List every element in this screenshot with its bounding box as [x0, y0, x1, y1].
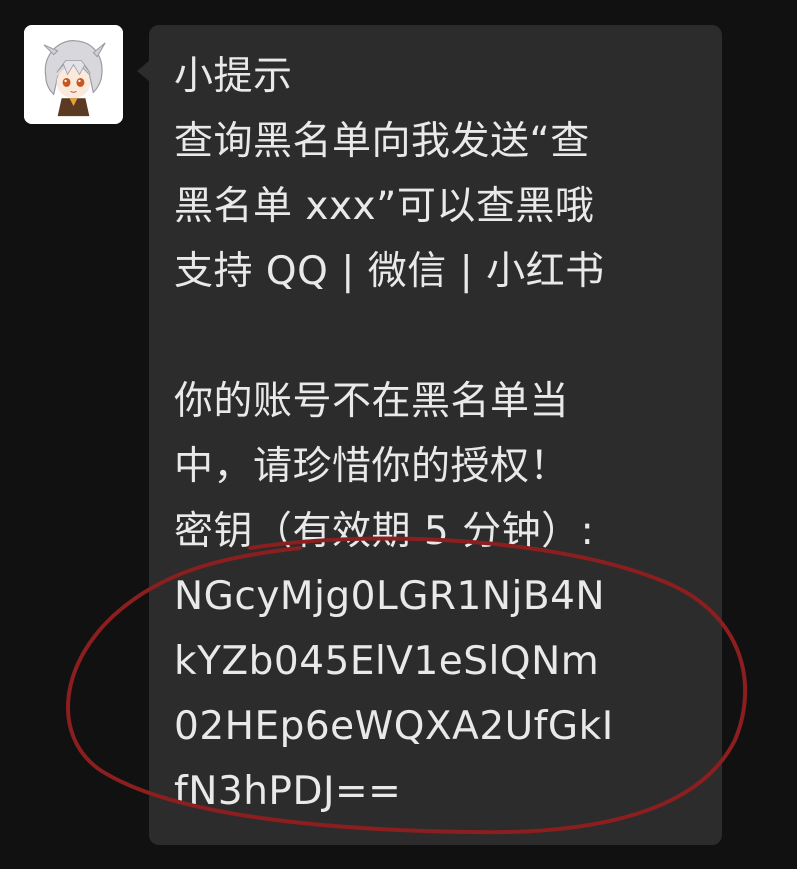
anime-girl-avatar-icon [24, 25, 123, 124]
key-line: fN3hPDJ== [174, 769, 402, 814]
key-line: kYZb045ElV1eSlQNm [174, 639, 600, 684]
message-line: 支持 QQ | 微信 | 小红书 [174, 249, 605, 294]
avatar[interactable] [24, 25, 123, 124]
message-line: 黑名单 xxx”可以查黑哦 [174, 184, 595, 229]
message-line: 小提示 [174, 54, 293, 99]
message-line: 你的账号不在黑名单当 [174, 379, 570, 424]
message-text[interactable]: 小提示 查询黑名单向我发送“查 黑名单 xxx”可以查黑哦 支持 QQ | 微信… [174, 44, 714, 824]
message-line: 查询黑名单向我发送“查 [174, 119, 590, 164]
message-line: 密钥（有效期 5 分钟）: [174, 509, 595, 554]
message-line: 中，请珍惜你的授权！ [174, 444, 570, 489]
key-line: NGcyMjg0LGR1NjB4N [174, 574, 606, 619]
key-line: 02HEp6eWQXA2UfGkI [174, 704, 614, 749]
chat-screen: 小提示 查询黑名单向我发送“查 黑名单 xxx”可以查黑哦 支持 QQ | 微信… [0, 0, 797, 869]
